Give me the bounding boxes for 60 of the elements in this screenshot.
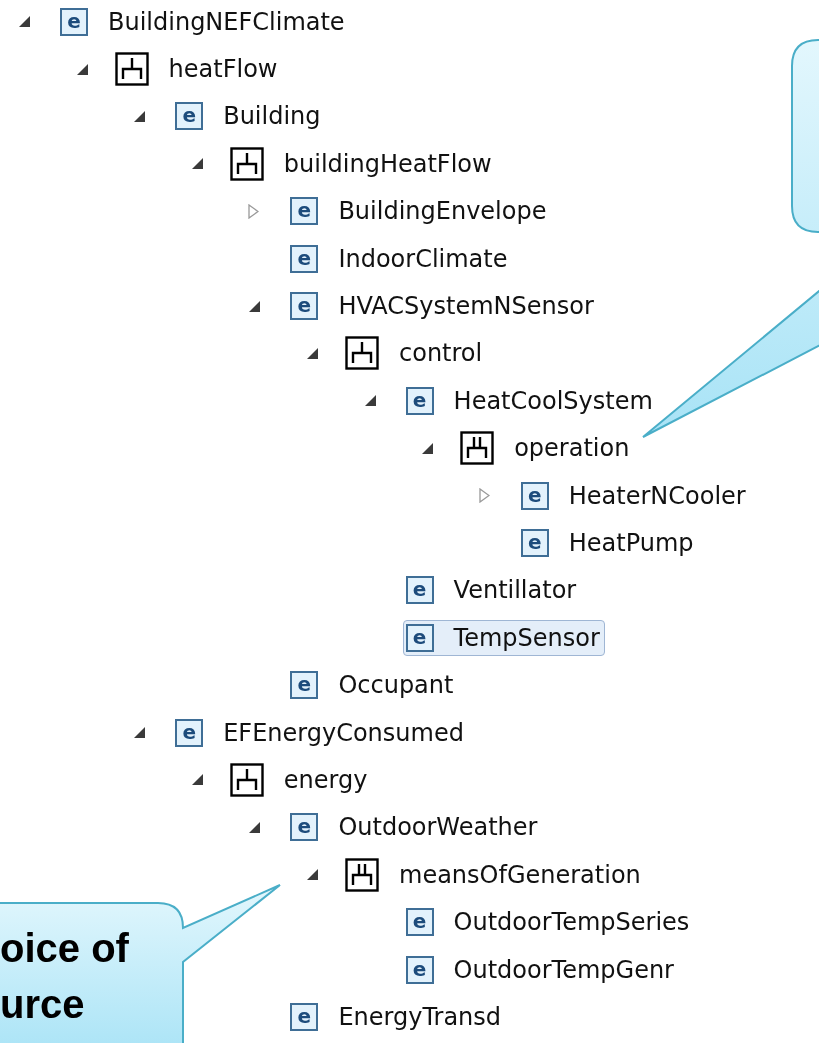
element-icon: e: [290, 244, 319, 273]
tree-item[interactable]: heatFlow: [114, 48, 283, 91]
sequence-icon: [114, 52, 149, 87]
tree-item[interactable]: e BuildingEnvelope: [287, 193, 552, 230]
tree-item[interactable]: e HeaterNCooler: [517, 477, 751, 514]
tree-item[interactable]: e BuildingNEFClimate: [57, 3, 350, 40]
expanded-arrow-icon[interactable]: [306, 868, 319, 882]
callout-text: oice of: [0, 925, 129, 972]
element-icon: e: [405, 955, 434, 984]
expanded-arrow-icon[interactable]: [75, 62, 89, 76]
tree-item[interactable]: e HeatCoolSystem: [402, 382, 658, 419]
tree-item[interactable]: control: [345, 332, 488, 375]
collapsed-arrow-icon[interactable]: [248, 203, 260, 219]
tree-item[interactable]: meansOfGeneration: [345, 853, 646, 896]
sequence-icon: [345, 336, 379, 371]
choice-icon: [345, 857, 379, 892]
expanded-arrow-icon[interactable]: [421, 441, 435, 455]
tree-item[interactable]: e EFEnergyConsumed: [172, 714, 469, 751]
element-icon: e: [520, 529, 549, 557]
element-icon: e: [290, 1002, 319, 1031]
tree-item[interactable]: e OutdoorTempSeries: [402, 904, 695, 941]
tree-item[interactable]: buildingHeatFlow: [229, 142, 497, 185]
expanded-arrow-icon[interactable]: [363, 394, 377, 408]
expanded-arrow-icon[interactable]: [133, 109, 147, 123]
tree-item[interactable]: e Building: [172, 98, 326, 135]
expanded-arrow-icon[interactable]: [248, 299, 262, 313]
element-icon: e: [290, 197, 319, 226]
tree-item[interactable]: e Ventillator: [402, 572, 582, 609]
element-icon: e: [290, 671, 319, 700]
expanded-arrow-icon[interactable]: [190, 157, 204, 171]
element-icon: e: [290, 292, 319, 321]
expanded-arrow-icon[interactable]: [248, 820, 262, 834]
element-icon: e: [405, 386, 434, 415]
element-icon: e: [175, 718, 204, 747]
tree-item[interactable]: e IndoorClimate: [287, 240, 513, 277]
tree-item[interactable]: e TempSensor: [402, 619, 605, 656]
choice-icon: [460, 431, 495, 466]
tree-item[interactable]: e EnergyTransd: [287, 998, 507, 1035]
tree-item[interactable]: e OutdoorWeather: [287, 809, 543, 846]
element-icon: e: [290, 813, 319, 842]
element-icon: e: [405, 908, 434, 937]
element-icon: e: [405, 576, 434, 605]
collapsed-arrow-icon[interactable]: [478, 488, 490, 504]
element-icon: e: [60, 7, 88, 36]
expanded-arrow-icon[interactable]: [133, 726, 147, 740]
tree-item[interactable]: e HeatPump: [517, 525, 699, 561]
callout-text: urce: [0, 981, 86, 1028]
expanded-arrow-icon[interactable]: [306, 346, 319, 360]
tree-item[interactable]: e Occupant: [287, 667, 459, 704]
sequence-icon: [229, 146, 264, 181]
expanded-arrow-icon[interactable]: [190, 773, 204, 787]
element-icon: e: [405, 623, 434, 652]
expanded-arrow-icon[interactable]: [18, 15, 31, 29]
sequence-icon: [229, 762, 264, 797]
element-icon: e: [175, 102, 204, 131]
tree-item[interactable]: e OutdoorTempGenr: [402, 951, 679, 988]
tree-item[interactable]: e HVACSystemNSensor: [287, 288, 599, 325]
tree-item[interactable]: operation: [460, 427, 635, 470]
tree-item[interactable]: energy: [229, 758, 373, 801]
element-icon: e: [520, 481, 549, 510]
